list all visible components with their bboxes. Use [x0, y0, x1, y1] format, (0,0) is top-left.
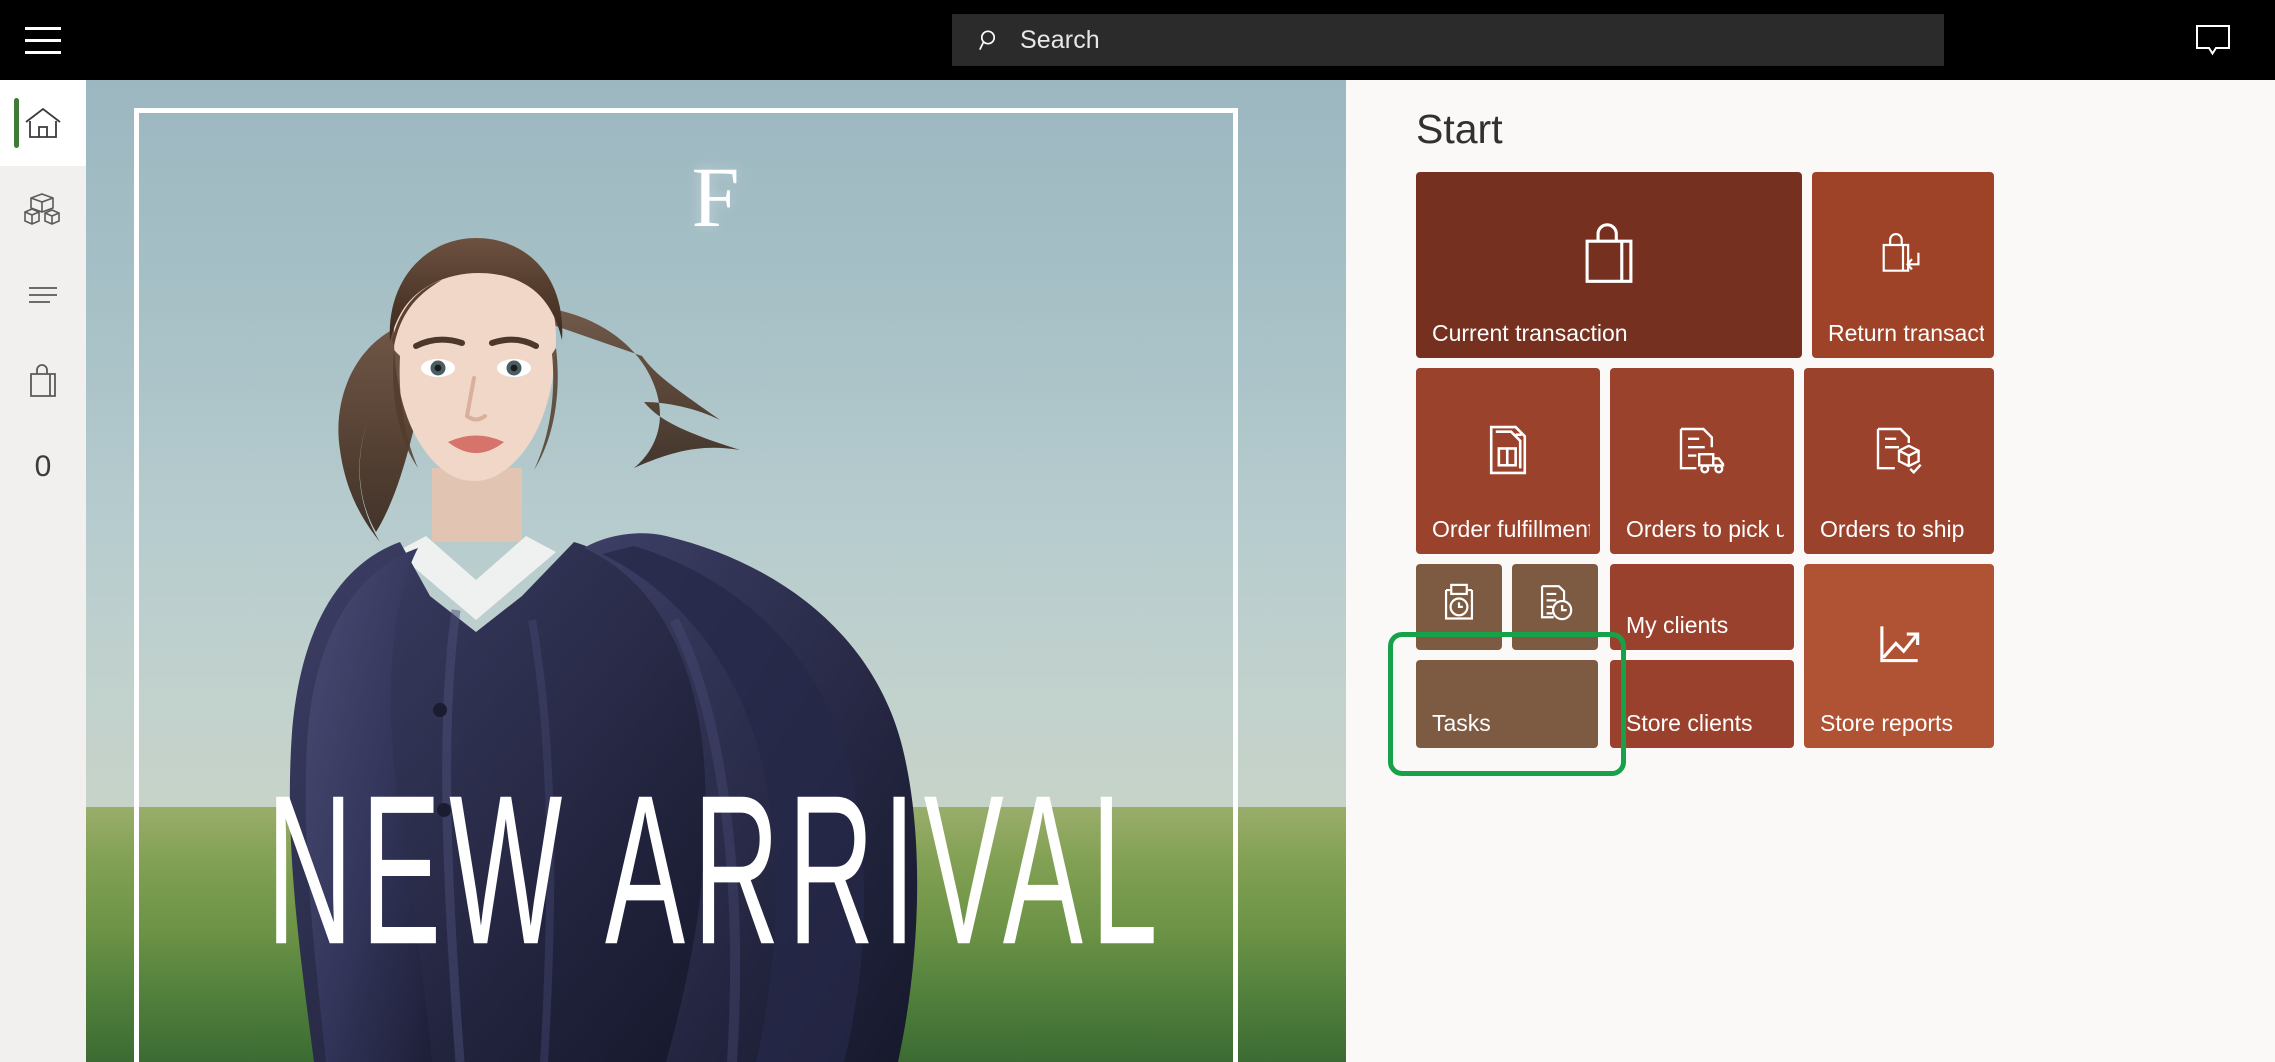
tile-label: Return transaction: [1828, 320, 1984, 346]
tile-orders-to-ship[interactable]: Orders to ship: [1804, 368, 1994, 554]
start-panel: Start Current transaction Return transac…: [1346, 80, 2275, 1062]
tile-label: Store reports: [1820, 710, 1953, 736]
tile-label: Store clients: [1626, 710, 1753, 736]
document-clock-icon: [1512, 564, 1598, 650]
tile-label: Tasks: [1432, 710, 1491, 736]
tile-current-transaction[interactable]: Current transaction: [1416, 172, 1802, 358]
sidebar-item-home[interactable]: [0, 80, 86, 166]
cart-count-badge: 0: [34, 450, 52, 483]
tile-orders-to-pick-up[interactable]: Orders to pick up: [1610, 368, 1794, 554]
tile-label: Orders to ship: [1820, 516, 1965, 542]
tile-label: Orders to pick up: [1626, 516, 1784, 542]
tile-label: My clients: [1626, 612, 1729, 638]
tile-tasks[interactable]: Tasks: [1416, 660, 1598, 748]
tile-store-reports[interactable]: Store reports: [1804, 564, 1994, 748]
clipboard-clock-icon: [1416, 564, 1502, 650]
hamburger-menu-icon[interactable]: [0, 0, 86, 80]
tile-return-transaction[interactable]: Return transaction: [1812, 172, 1994, 358]
tile-label: Current transaction: [1432, 320, 1628, 346]
left-navigation-rail: 0: [0, 80, 86, 1062]
tile-time-journal[interactable]: [1512, 564, 1598, 650]
shopping-bag-icon: [26, 362, 60, 400]
sidebar-item-products[interactable]: [0, 166, 86, 252]
campaign-hero-image: F NEW ARRIVAL: [86, 80, 1346, 1062]
search-icon: [978, 28, 1002, 52]
tile-label: Order fulfillment: [1432, 516, 1590, 542]
tile-time-clock[interactable]: [1416, 564, 1502, 650]
search-placeholder: Search: [1020, 25, 1100, 54]
hero-frame-outer: [134, 108, 1238, 1062]
home-icon: [24, 106, 62, 140]
tile-my-clients[interactable]: My clients: [1610, 564, 1794, 650]
app-header: Search: [0, 0, 2275, 80]
boxes-icon: [22, 191, 64, 227]
tile-grid: Current transaction Return transaction: [1388, 172, 2262, 822]
sidebar-item-journal[interactable]: [0, 252, 86, 338]
search-input[interactable]: Search: [952, 14, 1944, 66]
brand-logo: F: [691, 149, 741, 245]
tile-order-fulfillment[interactable]: Order fulfillment: [1416, 368, 1600, 554]
tile-store-clients[interactable]: Store clients: [1610, 660, 1794, 748]
list-lines-icon: [24, 284, 62, 306]
sidebar-item-cart[interactable]: [0, 338, 86, 424]
page-title: Start: [1416, 106, 1503, 152]
notification-bubble-icon[interactable]: [2173, 0, 2253, 80]
